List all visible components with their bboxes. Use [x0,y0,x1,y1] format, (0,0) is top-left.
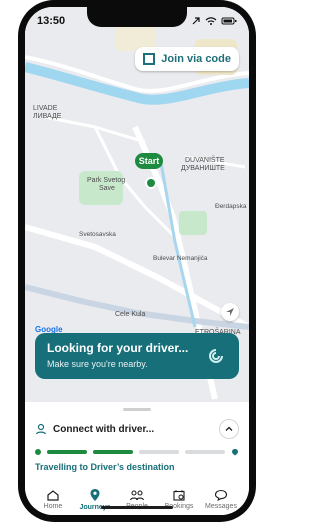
map-label: LIVADE [33,105,58,112]
map-label: Bulevar Nemanjića [153,255,208,262]
progress-segment-complete [47,450,87,454]
arrow-icon [192,17,200,25]
map-label: ДУВАНИШТЕ [181,165,225,172]
qr-code-icon [143,53,156,65]
message-bubble-icon [214,489,228,501]
tab-home[interactable]: Home [33,482,73,515]
card-title: Looking for your driver... [47,341,189,355]
travel-status: Travelling to Driver’s destination [35,462,175,472]
map-label: Save [99,185,115,192]
trip-progress [35,448,239,456]
location-pin-icon [90,488,100,501]
progress-segment-pending [185,450,225,454]
battery-icon [221,17,237,25]
map-label: Cele Kula [115,311,146,318]
map-label: ЛИВАДЕ [33,113,62,120]
calendar-icon [173,489,185,501]
tab-journeys[interactable]: Journeys [75,482,115,515]
join-via-code-label: Join via code [161,53,231,65]
app-screen: LIVADE ЛИВАДЕ DUVANIŠTE ДУВАНИШТЕ Park S… [25,7,249,515]
navigation-arrow-icon [226,308,234,316]
wifi-icon [205,17,217,25]
map-label: Svetosavska [79,231,116,238]
person-icon [35,423,47,435]
tab-label: Messages [205,502,237,510]
map-label: Park Svetog [87,177,126,184]
sheet-handle[interactable] [123,408,151,411]
tab-people[interactable]: People [117,482,157,515]
bottom-sheet: Connect with driver... Travelling to Dri… [25,402,249,515]
recenter-button[interactable] [221,303,239,321]
start-marker[interactable]: Start [135,153,163,203]
home-icon [47,489,59,501]
status-bar: 13:50 [25,7,249,35]
expand-button[interactable] [219,419,239,439]
status-time: 13:50 [37,15,66,27]
home-indicator[interactable] [101,506,173,509]
search-signal-icon [209,349,223,363]
card-subtitle: Make sure you're nearby. [47,359,148,369]
progress-segment-pending [139,450,179,454]
map-label: Đerdapska [215,203,247,210]
tab-bar: Home Journeys People [25,482,249,515]
connect-left: Connect with driver... [35,423,154,435]
driver-search-card: Looking for your driver... Make sure you… [35,333,239,379]
start-dot [145,177,157,189]
join-via-code-button[interactable]: Join via code [135,47,239,71]
tab-messages[interactable]: Messages [201,482,241,515]
device-frame: LIVADE ЛИВАДЕ DUVANIŠTE ДУВАНИШТЕ Park S… [18,0,256,522]
park-area [179,211,207,235]
destination-pin-icon [232,449,238,456]
connect-row: Connect with driver... [35,418,239,440]
map-label: DUVANIŠTE [185,157,225,164]
connect-label: Connect with driver... [53,423,155,435]
people-icon [129,489,145,500]
progress-segment-complete [93,450,133,454]
tab-bookings[interactable]: Bookings [159,482,199,515]
status-icons [191,16,237,26]
tab-label: Home [43,502,63,510]
chevron-up-icon [225,426,233,431]
progress-start-dot [35,449,41,455]
start-badge: Start [135,153,163,169]
